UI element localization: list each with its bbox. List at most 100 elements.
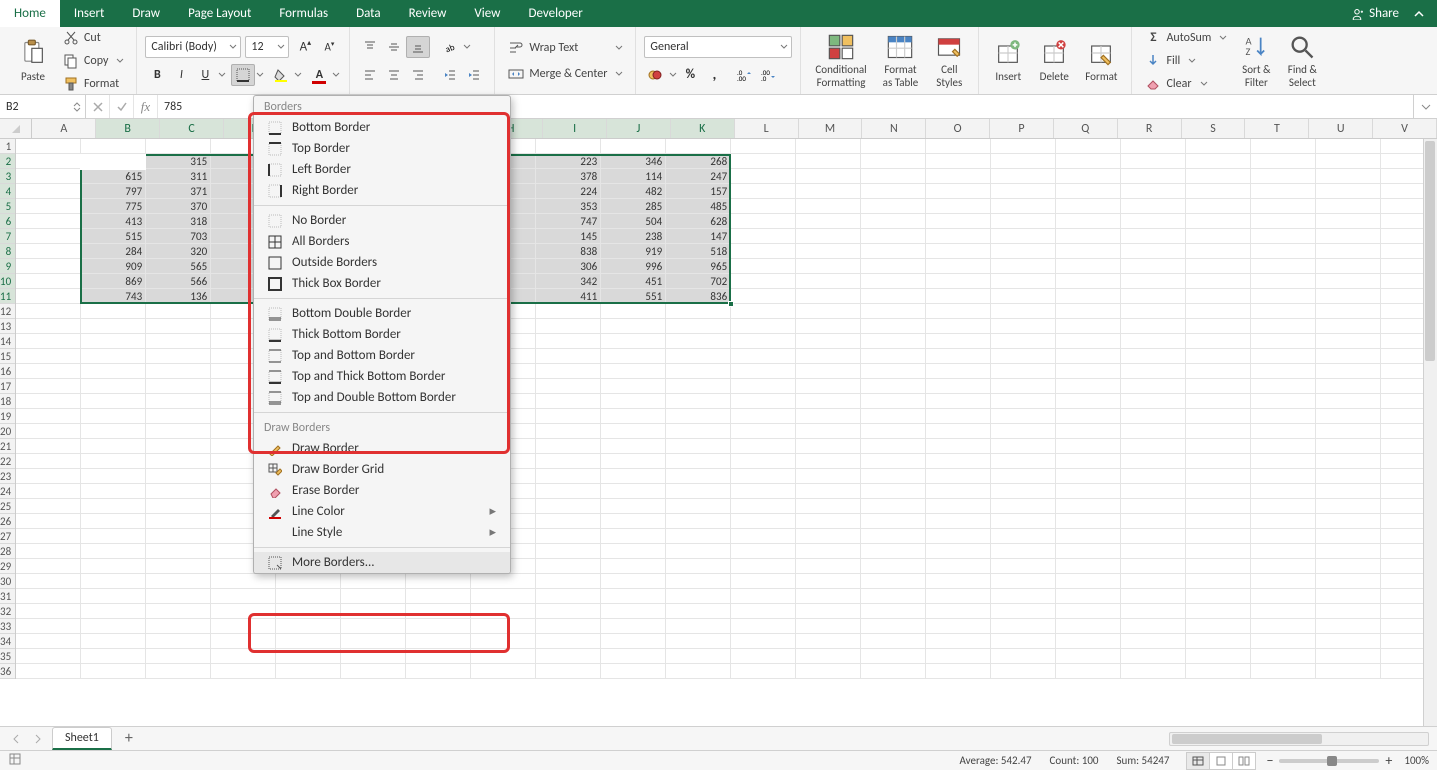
increase-indent-button[interactable] [462, 64, 486, 86]
cell-H32[interactable] [471, 604, 536, 619]
zoom-in-button[interactable]: + [1385, 752, 1392, 769]
cell-A10[interactable] [16, 274, 81, 289]
cell-I14[interactable] [536, 334, 601, 349]
cell-K1[interactable] [666, 139, 731, 154]
cell-T11[interactable] [1251, 289, 1316, 304]
cell-I23[interactable] [536, 469, 601, 484]
clear-button[interactable]: Clear [1140, 74, 1231, 94]
cell-O25[interactable] [926, 499, 991, 514]
cell-A22[interactable] [16, 454, 81, 469]
cell-M6[interactable] [796, 214, 861, 229]
cell-C15[interactable] [146, 349, 211, 364]
cell-J6[interactable]: 504 [601, 214, 666, 229]
format-as-table-button[interactable]: Format as Table [877, 31, 925, 90]
cell-S28[interactable] [1186, 544, 1251, 559]
cell-L20[interactable] [731, 424, 796, 439]
row-header-24[interactable]: 24 [0, 484, 15, 499]
cell-U30[interactable] [1316, 574, 1381, 589]
cell-K23[interactable] [666, 469, 731, 484]
row-header-2[interactable]: 2 [0, 154, 15, 169]
cell-O33[interactable] [926, 619, 991, 634]
cell-U20[interactable] [1316, 424, 1381, 439]
cell-I16[interactable] [536, 364, 601, 379]
decrease-indent-button[interactable] [438, 64, 462, 86]
ribbon-collapse-button[interactable] [1407, 0, 1431, 27]
cell-I36[interactable] [536, 664, 601, 679]
align-center-button[interactable] [382, 64, 406, 86]
zoom-slider[interactable] [1279, 759, 1379, 763]
cell-J34[interactable] [601, 634, 666, 649]
cell-C2[interactable]: 315 [146, 154, 211, 169]
cell-J16[interactable] [601, 364, 666, 379]
cell-Q27[interactable] [1056, 529, 1121, 544]
cell-A25[interactable] [16, 499, 81, 514]
vertical-scrollbar[interactable] [1423, 139, 1437, 726]
align-right-button[interactable] [406, 64, 430, 86]
cell-J19[interactable] [601, 409, 666, 424]
cell-Q4[interactable] [1056, 184, 1121, 199]
cell-R12[interactable] [1121, 304, 1186, 319]
cell-M19[interactable] [796, 409, 861, 424]
fill-color-dropdown[interactable] [293, 64, 303, 86]
align-top-button[interactable] [358, 36, 382, 58]
cell-L21[interactable] [731, 439, 796, 454]
cell-A18[interactable] [16, 394, 81, 409]
cell-B9[interactable]: 909 [81, 259, 146, 274]
cell-Q18[interactable] [1056, 394, 1121, 409]
cell-M8[interactable] [796, 244, 861, 259]
cell-I31[interactable] [536, 589, 601, 604]
cell-U21[interactable] [1316, 439, 1381, 454]
cell-B17[interactable] [81, 379, 146, 394]
cell-O5[interactable] [926, 199, 991, 214]
cell-L14[interactable] [731, 334, 796, 349]
cell-N30[interactable] [861, 574, 926, 589]
cell-P23[interactable] [991, 469, 1056, 484]
col-header-M[interactable]: M [799, 119, 863, 138]
cell-K33[interactable] [666, 619, 731, 634]
col-header-B[interactable]: B [96, 119, 160, 138]
cell-D34[interactable] [211, 634, 276, 649]
zoom-control[interactable]: − + 100% [1266, 752, 1429, 769]
cell-T6[interactable] [1251, 214, 1316, 229]
cell-K6[interactable]: 628 [666, 214, 731, 229]
cell-P2[interactable] [991, 154, 1056, 169]
cell-H34[interactable] [471, 634, 536, 649]
cell-E31[interactable] [276, 589, 341, 604]
underline-button[interactable]: U [193, 64, 217, 86]
cell-K5[interactable]: 485 [666, 199, 731, 214]
cell-M12[interactable] [796, 304, 861, 319]
cell-J8[interactable]: 919 [601, 244, 666, 259]
cell-U8[interactable] [1316, 244, 1381, 259]
cell-R14[interactable] [1121, 334, 1186, 349]
cell-B16[interactable] [81, 364, 146, 379]
cell-O13[interactable] [926, 319, 991, 334]
col-header-O[interactable]: O [926, 119, 990, 138]
cell-I13[interactable] [536, 319, 601, 334]
cell-I17[interactable] [536, 379, 601, 394]
cell-K18[interactable] [666, 394, 731, 409]
cell-R3[interactable] [1121, 169, 1186, 184]
cell-G35[interactable] [406, 649, 471, 664]
cut-button[interactable]: Cut [58, 28, 128, 48]
cell-S1[interactable] [1186, 139, 1251, 154]
cell-N6[interactable] [861, 214, 926, 229]
increase-decimal-button[interactable]: .0.00 [732, 64, 756, 86]
cell-U16[interactable] [1316, 364, 1381, 379]
cell-L22[interactable] [731, 454, 796, 469]
cell-S6[interactable] [1186, 214, 1251, 229]
cell-L9[interactable] [731, 259, 796, 274]
cell-C26[interactable] [146, 514, 211, 529]
cell-M34[interactable] [796, 634, 861, 649]
col-header-A[interactable]: A [32, 119, 96, 138]
cell-P15[interactable] [991, 349, 1056, 364]
dd-item-line-style[interactable]: Line Style▸ [254, 522, 510, 543]
cell-T5[interactable] [1251, 199, 1316, 214]
cell-B1[interactable] [81, 139, 146, 154]
cell-B33[interactable] [81, 619, 146, 634]
cell-O18[interactable] [926, 394, 991, 409]
cell-C7[interactable]: 703 [146, 229, 211, 244]
cell-N23[interactable] [861, 469, 926, 484]
cell-K16[interactable] [666, 364, 731, 379]
cell-O22[interactable] [926, 454, 991, 469]
font-size-select[interactable]: 12 [245, 36, 289, 58]
